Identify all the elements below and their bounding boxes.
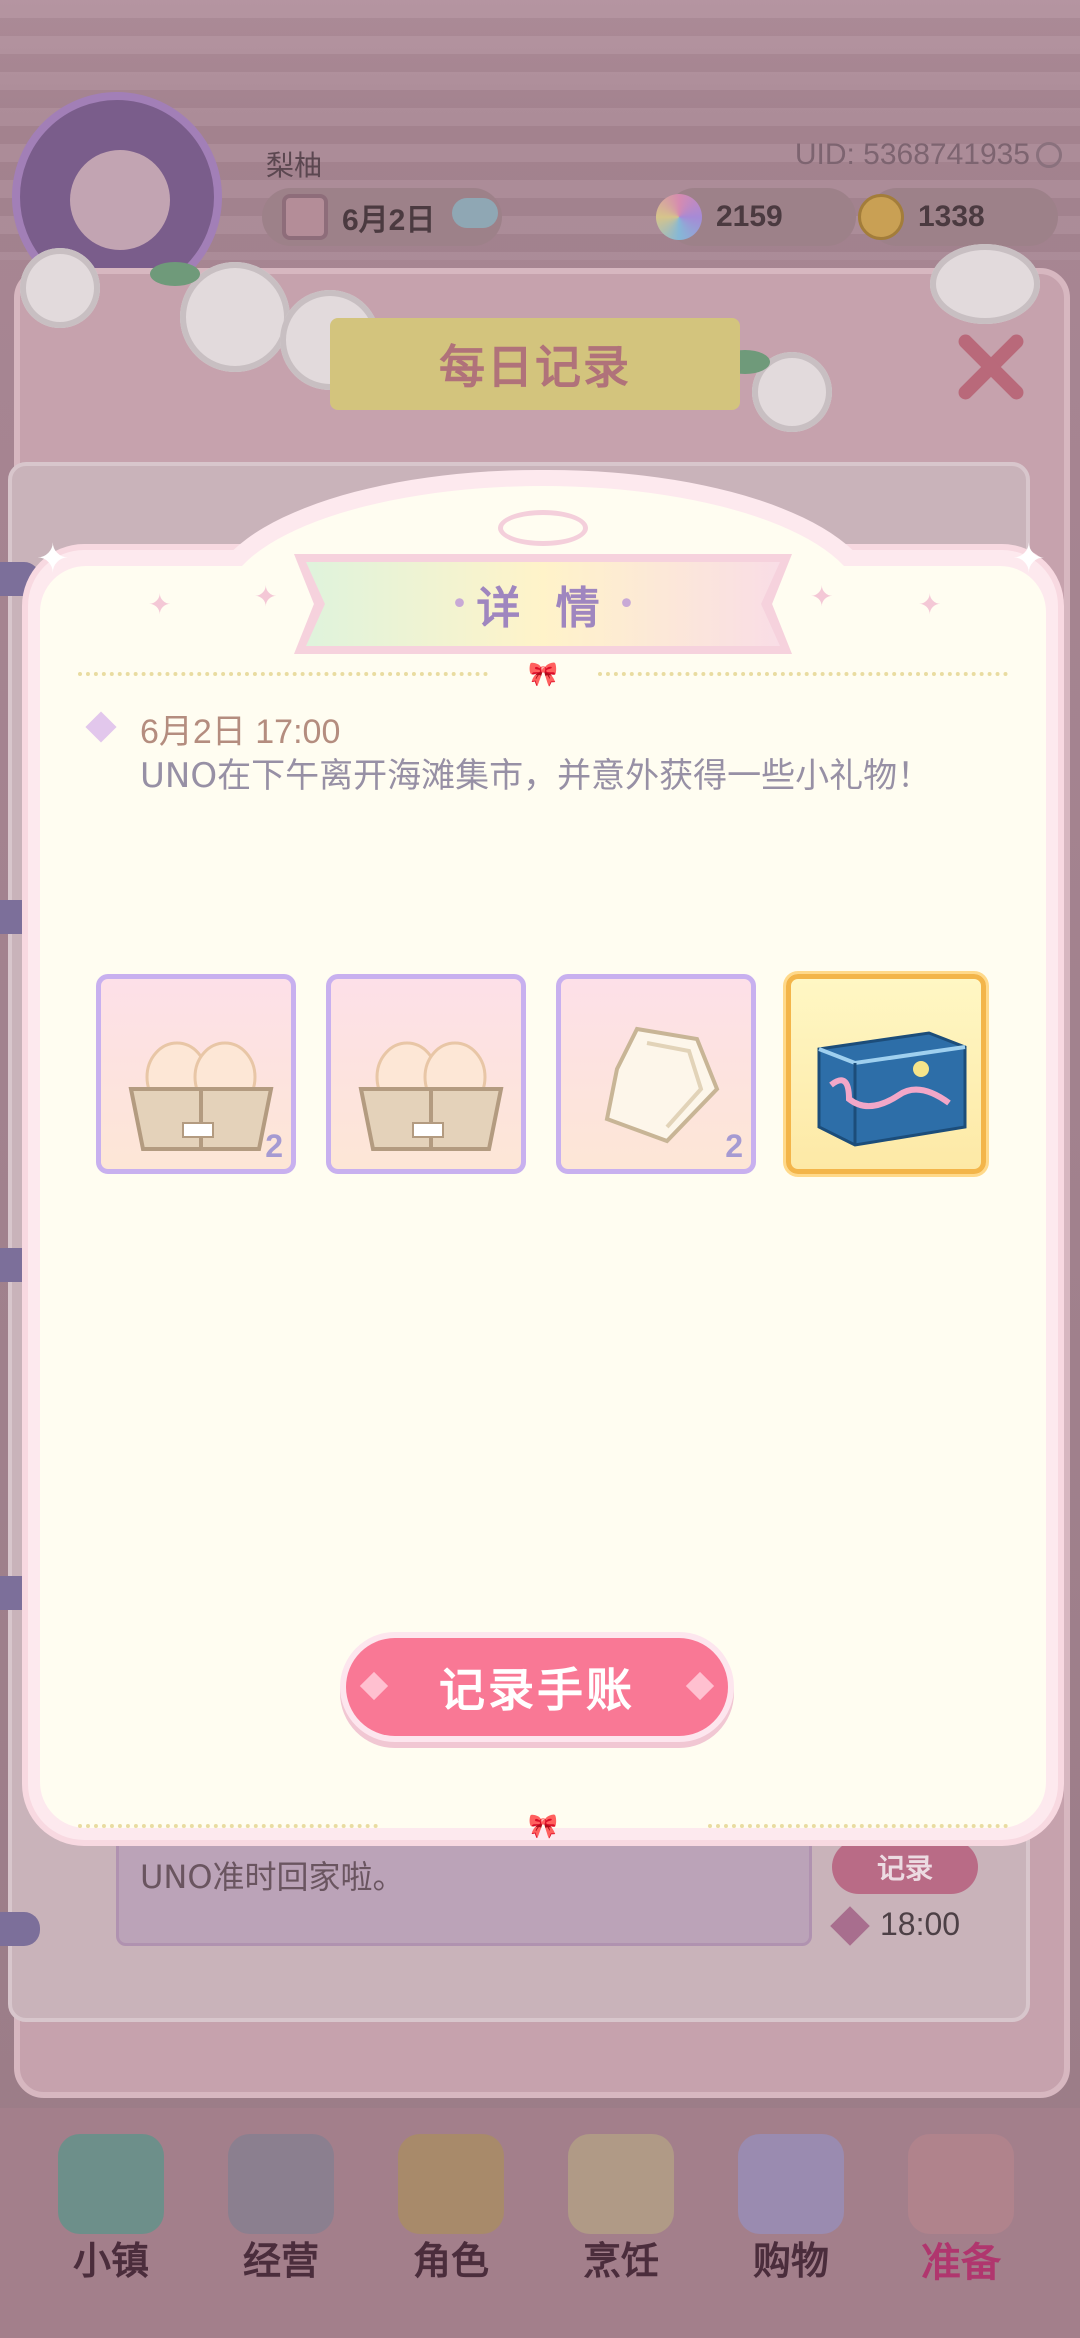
nav-item-business[interactable]: 经营	[206, 2128, 356, 2308]
sparkle-icon: ✦	[148, 588, 172, 621]
uid-label: UID: 5368741935	[794, 138, 1030, 171]
gem-count: 2159	[716, 200, 783, 233]
sparkle-icon: ✦	[810, 580, 834, 613]
side-tab[interactable]	[0, 1912, 40, 1946]
gem-icon	[656, 194, 702, 240]
sparkle-icon: ✦	[918, 588, 942, 621]
nav-label: 角色	[412, 2239, 489, 2283]
title-dot: •	[450, 586, 469, 622]
nav-label: 小镇	[72, 2239, 149, 2283]
nav-label: 经营	[242, 2239, 319, 2283]
sparkle-icon: ✦	[36, 536, 70, 582]
dialog-title: 详 情	[476, 583, 610, 634]
divider	[78, 1824, 378, 1828]
divider	[78, 672, 488, 676]
nav-label: 准备	[921, 2240, 1001, 2286]
sandwich-icon	[568, 2134, 674, 2234]
tissue-icon	[604, 1026, 720, 1144]
daily-record-title-banner: 每日记录	[330, 318, 740, 410]
nav-item-character[interactable]: 角色	[376, 2128, 526, 2308]
map-icon	[58, 2134, 164, 2234]
reward-count: 2	[725, 1128, 743, 1164]
ornament-decoration	[498, 510, 588, 546]
rose-decoration	[20, 248, 100, 328]
reward-item[interactable]	[786, 974, 986, 1174]
reward-item[interactable]	[326, 974, 526, 1174]
daily-record-title: 每日记录	[439, 340, 631, 394]
sparkle-icon: ✦	[1012, 536, 1046, 582]
basket-icon	[908, 2134, 1014, 2234]
copy-uid-icon[interactable]	[1036, 142, 1062, 168]
avatar-face	[70, 150, 170, 250]
leaf-decoration	[150, 262, 200, 286]
reward-count: 2	[265, 1128, 283, 1164]
close-icon[interactable]	[950, 328, 1030, 408]
egg-tray-icon	[358, 1041, 504, 1151]
sparkle-icon: ✦	[254, 580, 278, 613]
bow-icon: 🎀	[528, 660, 558, 688]
log-description: UNO在下午离开海滩集市，并意外获得一些小礼物！	[140, 756, 932, 796]
reward-item[interactable]: 2	[96, 974, 296, 1174]
diamond-decoration	[359, 1671, 389, 1701]
coin-counter[interactable]: 1338	[858, 188, 1058, 246]
record-entry-time: 18:00	[880, 1906, 961, 1942]
record-journal-button[interactable]: 记录手账	[346, 1638, 728, 1736]
player-name: 梨柚	[266, 149, 323, 182]
nav-label: 烹饪	[582, 2239, 659, 2283]
shopping-bag-icon	[738, 2134, 844, 2234]
divider	[598, 672, 1008, 676]
coin-count: 1338	[918, 200, 985, 233]
title-dot: •	[617, 586, 636, 622]
diamond-decoration	[685, 1671, 715, 1701]
title-ribbon: • 详 情 •	[306, 562, 780, 646]
date-text: 6月2日	[342, 204, 436, 237]
gem-counter[interactable]: 2159	[656, 188, 856, 246]
bow-icon: 🎀	[528, 1812, 558, 1840]
calendar-icon	[282, 194, 328, 240]
rose-decoration	[930, 244, 1040, 324]
gift-box-icon	[817, 1031, 967, 1147]
nav-label: 购物	[752, 2239, 829, 2283]
weather-cloud-icon	[452, 198, 498, 228]
record-journal-button-label: 记录手账	[439, 1663, 635, 1717]
shop-bag-icon	[228, 2134, 334, 2234]
character-icon	[398, 2134, 504, 2234]
nav-item-town[interactable]: 小镇	[36, 2128, 186, 2308]
nav-item-cooking[interactable]: 烹饪	[546, 2128, 696, 2308]
nav-item-shopping[interactable]: 购物	[716, 2128, 866, 2308]
coin-icon	[858, 194, 904, 240]
egg-tray-icon	[128, 1041, 274, 1151]
reward-item[interactable]: 2	[556, 974, 756, 1174]
log-timestamp: 6月2日 17:00	[140, 713, 341, 751]
divider	[708, 1824, 1008, 1828]
details-dialog: ✦ ✦ ✦ ✦ ✦ ✦ • 详 情 • 🎀 6月2日 17:00 UNO在下午离…	[28, 470, 1058, 1870]
nav-item-prepare[interactable]: 准备	[886, 2128, 1036, 2308]
